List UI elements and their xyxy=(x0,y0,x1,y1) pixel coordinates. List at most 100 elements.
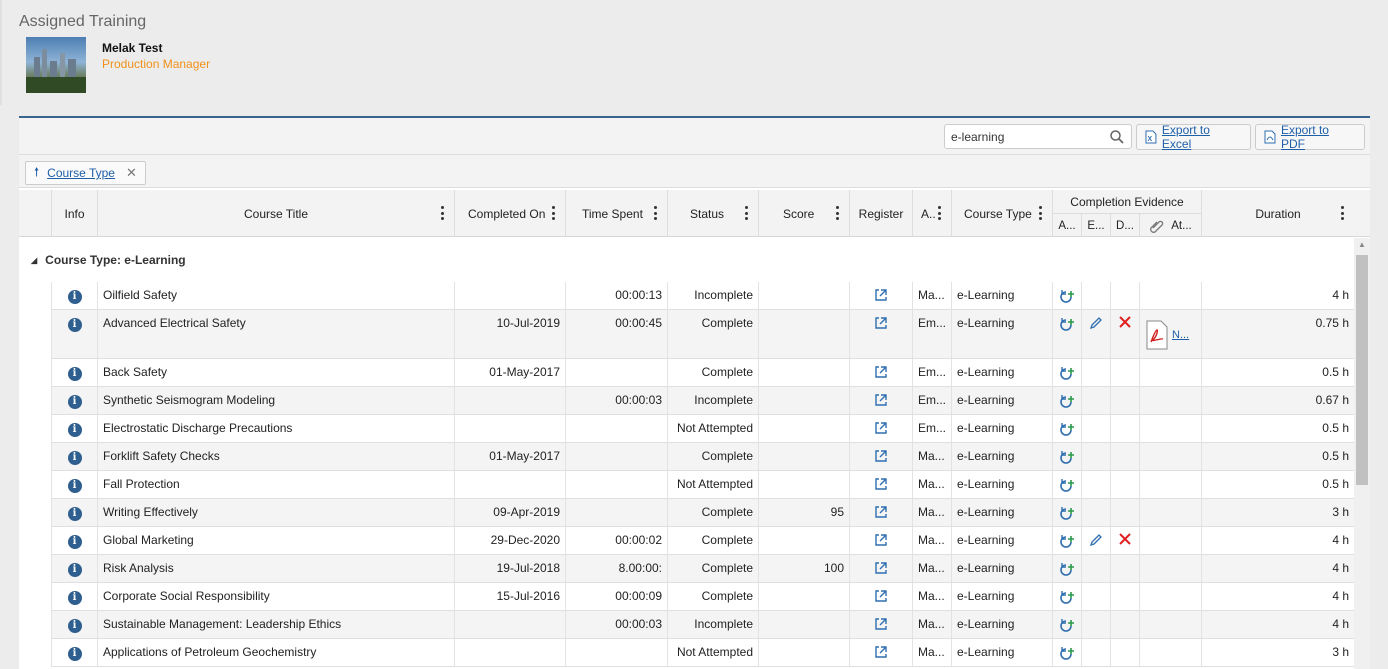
evidence-add-cell[interactable] xyxy=(1052,443,1081,470)
add-evidence-icon[interactable] xyxy=(1059,421,1075,437)
search-box[interactable] xyxy=(944,124,1132,149)
evidence-delete-cell[interactable] xyxy=(1110,527,1139,554)
external-link-icon[interactable] xyxy=(874,617,888,631)
info-cell[interactable]: i xyxy=(51,499,97,526)
external-link-icon[interactable] xyxy=(874,533,888,547)
external-link-icon[interactable] xyxy=(874,589,888,603)
table-row[interactable]: i Risk Analysis 19-Jul-2018 8.00:00: Complet… xyxy=(51,555,1354,583)
register-cell[interactable] xyxy=(849,415,912,442)
evidence-add-cell[interactable] xyxy=(1052,310,1081,358)
pdf-file-icon[interactable] xyxy=(1145,320,1169,350)
add-evidence-icon[interactable] xyxy=(1059,365,1075,381)
info-icon[interactable]: i xyxy=(67,619,82,633)
group-row-e-learning[interactable]: ◢ Course Type: e-Learning xyxy=(19,238,1354,282)
evidence-add-cell[interactable] xyxy=(1052,527,1081,554)
table-row[interactable]: i Writing Effectively 09-Apr-2019 Complete 9… xyxy=(51,499,1354,527)
column-menu-icon[interactable] xyxy=(1336,204,1348,222)
table-row[interactable]: i Fall Protection Not Attempted Ma... e-Lear… xyxy=(51,471,1354,499)
table-row[interactable]: i Oilfield Safety 00:00:13 Incomplete Ma... e… xyxy=(51,282,1354,310)
register-cell[interactable] xyxy=(849,282,912,309)
info-icon[interactable]: i xyxy=(67,563,82,577)
evidence-add-cell[interactable] xyxy=(1052,639,1081,666)
evidence-add-cell[interactable] xyxy=(1052,387,1081,414)
info-cell[interactable]: i xyxy=(51,639,97,666)
info-cell[interactable]: i xyxy=(51,611,97,638)
register-cell[interactable] xyxy=(849,359,912,386)
info-cell[interactable]: i xyxy=(51,443,97,470)
header-evidence-e[interactable]: E... xyxy=(1081,214,1110,237)
table-row[interactable]: i Global Marketing 29-Dec-2020 00:00:02 Comp… xyxy=(51,527,1354,555)
evidence-add-cell[interactable] xyxy=(1052,359,1081,386)
evidence-add-cell[interactable] xyxy=(1052,471,1081,498)
table-row[interactable]: i Electrostatic Discharge Precautions Not … xyxy=(51,415,1354,443)
external-link-icon[interactable] xyxy=(874,288,888,302)
column-menu-icon[interactable] xyxy=(1034,204,1046,222)
edit-pencil-icon[interactable] xyxy=(1089,316,1103,330)
external-link-icon[interactable] xyxy=(874,393,888,407)
group-chip-course-type[interactable]: 🠕 Course Type ✕ xyxy=(25,161,146,185)
info-icon[interactable]: i xyxy=(67,318,82,332)
external-link-icon[interactable] xyxy=(874,505,888,519)
register-cell[interactable] xyxy=(849,611,912,638)
close-icon[interactable]: ✕ xyxy=(126,165,137,181)
evidence-add-cell[interactable] xyxy=(1052,499,1081,526)
header-evidence-attachment[interactable]: At... xyxy=(1139,214,1201,237)
search-icon[interactable] xyxy=(1109,129,1125,145)
external-link-icon[interactable] xyxy=(874,645,888,659)
add-evidence-icon[interactable] xyxy=(1059,449,1075,465)
info-cell[interactable]: i xyxy=(51,282,97,309)
info-icon[interactable]: i xyxy=(67,423,82,437)
evidence-add-cell[interactable] xyxy=(1052,555,1081,582)
info-cell[interactable]: i xyxy=(51,471,97,498)
table-row[interactable]: i Synthetic Seismogram Modeling 00:00:03 In… xyxy=(51,387,1354,415)
info-cell[interactable]: i xyxy=(51,583,97,610)
table-row[interactable]: i Back Safety 01-May-2017 Complete Em... e-Le… xyxy=(51,359,1354,387)
evidence-attachment-cell[interactable]: N... xyxy=(1139,310,1201,358)
evidence-add-cell[interactable] xyxy=(1052,282,1081,309)
add-evidence-icon[interactable] xyxy=(1059,561,1075,577)
external-link-icon[interactable] xyxy=(874,477,888,491)
register-cell[interactable] xyxy=(849,555,912,582)
evidence-add-cell[interactable] xyxy=(1052,583,1081,610)
header-status[interactable]: Status xyxy=(667,190,758,237)
add-evidence-icon[interactable] xyxy=(1059,316,1075,332)
register-cell[interactable] xyxy=(849,387,912,414)
attachment-link[interactable]: N... xyxy=(1172,329,1189,341)
add-evidence-icon[interactable] xyxy=(1059,589,1075,605)
vertical-scrollbar[interactable]: ▲ xyxy=(1354,238,1370,669)
evidence-edit-cell[interactable] xyxy=(1081,310,1110,358)
evidence-add-cell[interactable] xyxy=(1052,415,1081,442)
delete-x-icon[interactable] xyxy=(1119,316,1131,328)
column-menu-icon[interactable] xyxy=(436,204,448,222)
table-row[interactable]: i Advanced Electrical Safety 10-Jul-2019 00… xyxy=(51,310,1354,359)
info-icon[interactable]: i xyxy=(67,591,82,605)
search-input[interactable] xyxy=(951,129,1101,144)
column-menu-icon[interactable] xyxy=(649,204,661,222)
info-icon[interactable]: i xyxy=(67,535,82,549)
group-chip-label[interactable]: Course Type xyxy=(47,166,115,180)
info-icon[interactable]: i xyxy=(67,395,82,409)
header-score[interactable]: Score xyxy=(758,190,849,237)
header-duration[interactable]: Duration xyxy=(1201,190,1354,237)
external-link-icon[interactable] xyxy=(874,421,888,435)
register-cell[interactable] xyxy=(849,310,912,358)
evidence-edit-cell[interactable] xyxy=(1081,527,1110,554)
table-row[interactable]: i Sustainable Management: Leadership Ethi… xyxy=(51,611,1354,639)
add-evidence-icon[interactable] xyxy=(1059,617,1075,633)
header-evidence-a[interactable]: A... xyxy=(1052,214,1081,237)
edit-pencil-icon[interactable] xyxy=(1089,533,1103,547)
column-menu-icon[interactable] xyxy=(933,204,945,222)
add-evidence-icon[interactable] xyxy=(1059,477,1075,493)
add-evidence-icon[interactable] xyxy=(1059,533,1075,549)
column-menu-icon[interactable] xyxy=(740,204,752,222)
add-evidence-icon[interactable] xyxy=(1059,393,1075,409)
header-course-type[interactable]: Course Type xyxy=(951,190,1052,237)
export-excel-button[interactable]: X Export to Excel xyxy=(1136,123,1251,151)
delete-x-icon[interactable] xyxy=(1119,533,1131,545)
info-cell[interactable]: i xyxy=(51,555,97,582)
export-pdf-button[interactable]: Export to PDF xyxy=(1255,123,1365,151)
header-a[interactable]: A.. xyxy=(912,190,951,237)
add-evidence-icon[interactable] xyxy=(1059,645,1075,661)
scroll-thumb[interactable] xyxy=(1356,255,1368,485)
external-link-icon[interactable] xyxy=(874,449,888,463)
